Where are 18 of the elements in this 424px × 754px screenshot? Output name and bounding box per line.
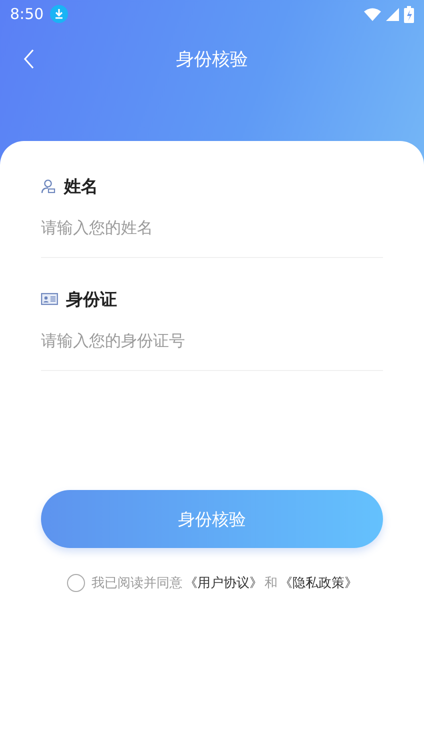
page-title: 身份核验 bbox=[176, 48, 248, 71]
agree-radio[interactable] bbox=[66, 574, 84, 592]
field-label: 姓名 bbox=[64, 176, 98, 198]
agreement-text: 和 bbox=[264, 575, 278, 592]
battery-icon bbox=[404, 6, 414, 22]
download-icon bbox=[50, 5, 68, 23]
id-card-icon bbox=[41, 293, 58, 305]
status-time: 8:50 bbox=[10, 5, 44, 23]
input-field[interactable]: 请输入您的身份证号 bbox=[41, 328, 383, 352]
signal-icon bbox=[386, 8, 399, 20]
input-field[interactable]: 请输入您的姓名 bbox=[41, 215, 383, 239]
person-icon bbox=[41, 178, 56, 194]
back-icon bbox=[23, 49, 35, 69]
policy-link[interactable]: 《用户协议》 bbox=[184, 574, 262, 592]
wifi-icon bbox=[364, 8, 381, 20]
policy-link[interactable]: 《隐私政策》 bbox=[280, 574, 358, 592]
field-label: 身份证 bbox=[66, 288, 117, 310]
agreement-text: 我已阅读并同意 bbox=[92, 575, 182, 592]
